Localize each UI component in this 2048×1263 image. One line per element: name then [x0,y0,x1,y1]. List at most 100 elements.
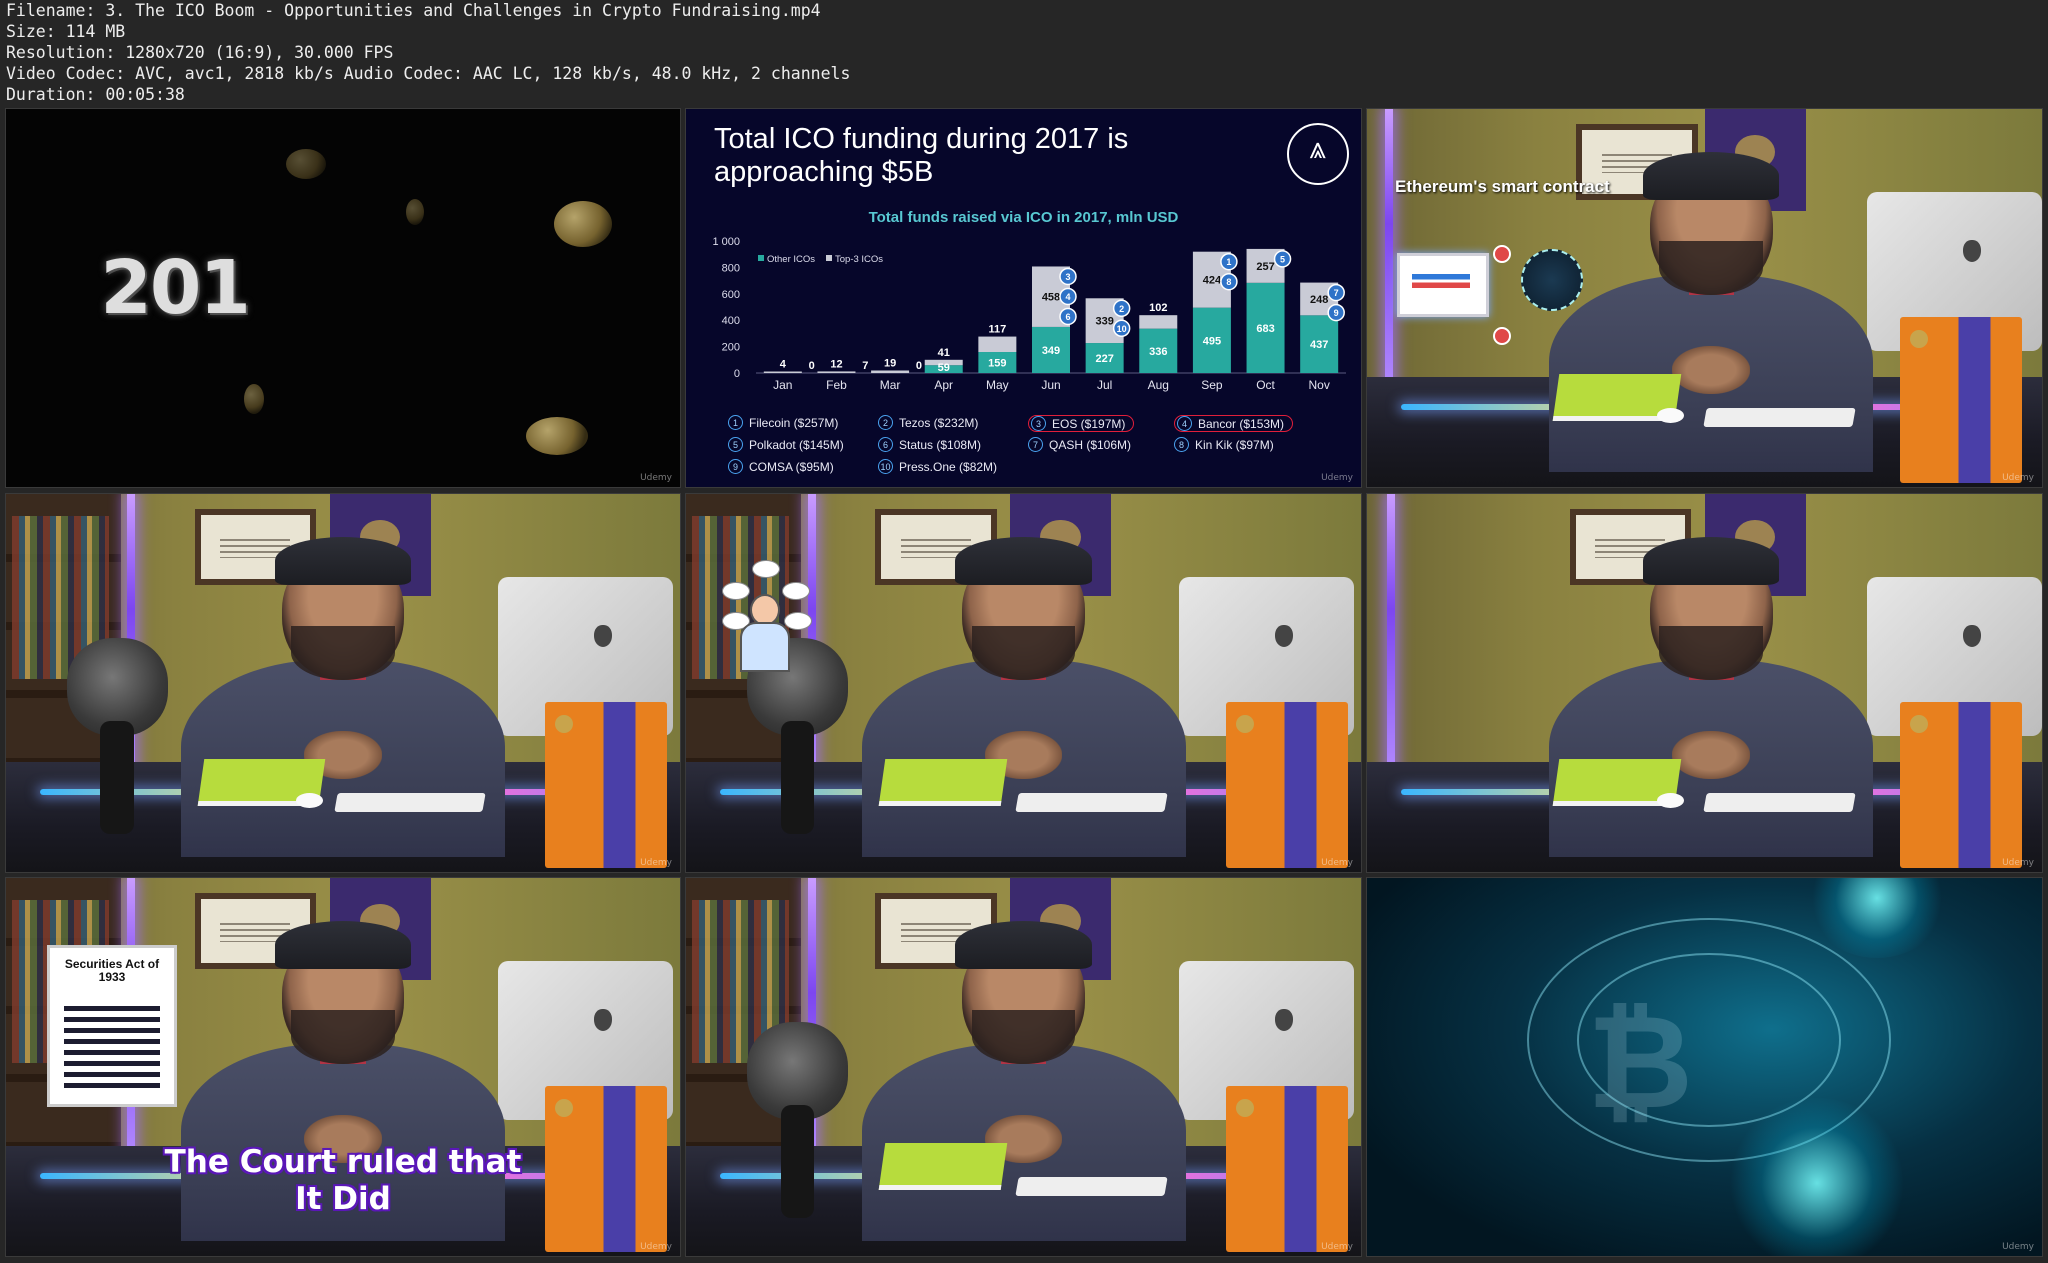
thumbnail-presenter-3[interactable]: Udemy [685,877,1362,1257]
legend-label: Top-3 ICOs [835,254,883,265]
node-icon [1493,327,1511,345]
top-ico-item: 6 Status ($108M) [878,437,981,452]
duration-line: Duration: 00:05:38 [6,85,185,104]
thumbnail-presenter-1[interactable]: Udemy [5,493,681,873]
data-label-extra: 7 [862,360,868,372]
thumbnail-chart[interactable]: Total ICO funding during 2017 is approac… [685,108,1362,488]
bar-other-may [978,336,1017,353]
x-tick-label: Mar [880,378,901,392]
data-label-extra: 0 [916,360,922,372]
ico-rank-badge: 3 [1031,416,1046,431]
codec-line: Video Codec: AVC, avc1, 2818 kb/s Audio … [6,64,851,83]
top-ico-item: 10 Press.One ($82M) [878,459,997,474]
legend-label: Other ICOs [767,254,815,265]
document-title: Securities Act of 1933 [64,957,160,984]
ico-marker-number: 10 [1117,324,1127,334]
x-tick-label: Jun [1041,378,1060,392]
monitor-icon [1397,253,1489,317]
data-label-top3: 159 [988,358,1006,370]
data-label-other: 248 [1310,294,1328,306]
thumbnail-cyber-bitcoin[interactable]: ₿ Udemy [1366,877,2043,1257]
top-ico-item: 7 QASH ($106M) [1028,437,1131,452]
data-label-other: 257 [1256,261,1274,273]
ico-name-label: Filecoin ($257M) [749,415,839,430]
glow-orb [1727,1098,1907,1256]
ico-rank-badge: 2 [878,415,893,430]
node-icon [1493,245,1511,263]
top-ico-item: 4 Bancor ($153M) [1174,415,1294,432]
ico-marker-number: 2 [1119,304,1124,314]
top-ico-item: 1 Filecoin ($257M) [728,415,838,430]
thumbnail-presenter-thinking[interactable]: Udemy [685,493,1362,873]
ico-marker-number: 1 [1226,257,1231,267]
x-tick-label: May [986,378,1009,392]
watermark: Udemy [2002,1242,2034,1252]
legend-swatch [826,255,832,261]
ico-rank-badge: 6 [878,437,893,452]
watermark: Udemy [640,473,672,483]
ico-rank-badge: 1 [728,415,743,430]
x-tick-label: Feb [826,378,847,392]
data-label-top3: 437 [1310,339,1328,351]
brand-logo-icon [1287,123,1349,185]
watermark: Udemy [2002,473,2034,483]
x-tick-label: Apr [934,378,953,392]
legend-swatch [758,255,764,261]
x-tick-label: Aug [1148,378,1169,392]
x-tick-label: Sep [1201,378,1223,392]
data-label-other: 41 [938,347,950,359]
ico-name-label: QASH ($106M) [1049,437,1132,452]
ico-name-label: Tezos ($232M) [899,415,979,430]
ico-name-label: Press.One ($82M) [899,459,998,474]
y-tick-label: 1 000 [712,236,740,248]
watermark: Udemy [1321,858,1353,868]
data-label-other: 458 [1042,292,1060,304]
top-ico-item: 5 Polkadot ($145M) [728,437,844,452]
ico-marker-number: 9 [1334,308,1339,318]
data-label-other: 424 [1203,275,1222,287]
x-tick-label: Nov [1309,378,1330,392]
ico-marker-number: 7 [1334,288,1339,298]
top-ico-item: 9 COMSA ($95M) [728,459,834,474]
ico-rank-badge: 5 [728,437,743,452]
data-label-other: 12 [830,358,842,370]
ico-funding-chart: 02004006008001 000Other ICOs Top-3 ICOs4J… [712,236,1346,392]
thinking-person-icon [722,560,812,672]
chart-subtitle: Total funds raised via ICO in 2017, mln … [868,209,1179,226]
chart-title: Total ICO funding during 2017 is approac… [714,123,1129,188]
y-tick-label: 800 [722,262,740,274]
ico-name-label: COMSA ($95M) [749,459,834,474]
size-line: Size: 114 MB [6,22,126,41]
data-label-top3: 349 [1042,345,1060,357]
data-label-top3: 495 [1203,335,1221,347]
ico-rank-badge: 9 [728,459,743,474]
ico-rank-badge: 7 [1028,437,1043,452]
data-label-other: 102 [1149,302,1167,314]
ico-name-label: Status ($108M) [899,437,982,452]
coin-graphic [244,384,264,414]
bar-other-mar [871,370,910,373]
x-tick-label: Jan [773,378,792,392]
data-label-other: 117 [988,324,1006,336]
smart-contract-diagram [1397,245,1583,345]
ico-marker-number: 5 [1280,254,1285,264]
ico-name-label: Polkadot ($145M) [749,437,844,452]
ico-rank-badge: 4 [1177,416,1192,431]
ico-name-label: EOS ($197M) [1052,416,1126,431]
smart-contract-label: Ethereum's smart contract [1395,177,1610,196]
coin-graphic [554,201,612,247]
watermark: Udemy [2002,858,2034,868]
coin-graphic [286,149,326,179]
thumbnail-intro[interactable]: 201 Udemy [5,108,681,488]
ico-rank-badge: 10 [878,459,893,474]
thumbnail-smart-contract[interactable]: Ethereum's smart contract Udemy [1366,108,2043,488]
resolution-line: Resolution: 1280x720 (16:9), 30.000 FPS [6,43,394,62]
y-tick-label: 600 [722,289,740,301]
file-info-header: Filename: 3. The ICO Boom - Opportunitie… [6,0,1406,105]
coin-graphic [526,417,588,455]
thumbnail-securities-act[interactable]: Securities Act of 1933 The Court ruled t… [5,877,681,1257]
ico-marker-number: 6 [1065,312,1070,322]
thumbnail-presenter-2[interactable]: Udemy [1366,493,2043,873]
subtitle-caption: The Court ruled that It Did [6,1144,680,1218]
caption-line-2: It Did [295,1181,391,1217]
